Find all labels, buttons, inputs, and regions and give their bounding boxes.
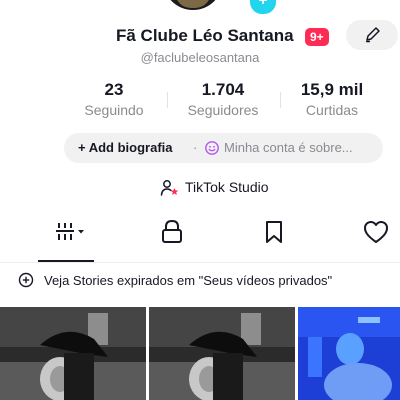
- stat-label: Curtidas: [305, 102, 359, 118]
- add-avatar-icon[interactable]: +: [248, 0, 278, 16]
- profile-name: Fã Clube Léo Santana: [116, 26, 294, 45]
- grid-icon: [56, 223, 84, 240]
- video-thumbnail[interactable]: [149, 307, 295, 400]
- stat-value: 1.704: [201, 80, 245, 99]
- account-about-text[interactable]: Minha conta é sobre...: [224, 133, 353, 163]
- stat-label: Seguidores: [187, 102, 259, 118]
- tabs-divider: [0, 262, 400, 263]
- stat-value: 23: [104, 80, 124, 99]
- profile-header: Fã Clube Léo Santana 9+: [0, 22, 400, 50]
- tab-private[interactable]: [152, 218, 192, 246]
- heart-icon: [364, 221, 388, 243]
- bookmark-icon: [266, 221, 282, 243]
- stat-divider: [167, 92, 168, 108]
- tab-saved[interactable]: [254, 218, 294, 246]
- thumbnail-image: [149, 307, 295, 400]
- stat-following[interactable]: 23 Seguindo: [64, 80, 164, 118]
- bio-pill[interactable]: + Add biografia · Minha conta é sobre...: [64, 133, 383, 163]
- expired-stories-banner[interactable]: Veja Stories expirados em "Seus vídeos p…: [0, 268, 400, 294]
- add-bio-button[interactable]: + Add biografia: [78, 133, 173, 163]
- video-thumbnail[interactable]: [298, 307, 400, 400]
- tab-liked[interactable]: [356, 218, 396, 246]
- add-story-icon: [18, 272, 34, 288]
- edit-profile-button[interactable]: [346, 20, 398, 50]
- tab-videos[interactable]: [46, 218, 86, 246]
- stat-value: 15,9 mil: [300, 80, 364, 99]
- thumbnail-image: [0, 307, 146, 400]
- lock-icon: [162, 219, 182, 243]
- smile-icon: [205, 141, 219, 155]
- stat-label: Seguindo: [84, 102, 144, 118]
- video-thumbnail[interactable]: [0, 307, 146, 400]
- notification-badge[interactable]: 9+: [305, 28, 329, 46]
- pencil-icon: [366, 27, 380, 43]
- studio-label: TikTok Studio: [185, 179, 269, 195]
- profile-handle: @faclubeleosantana: [140, 50, 260, 65]
- studio-icon: [160, 180, 179, 196]
- stat-divider: [280, 92, 281, 108]
- expired-stories-text: Veja Stories expirados em "Seus vídeos p…: [44, 273, 333, 288]
- stat-followers[interactable]: 1.704 Seguidores: [173, 80, 273, 118]
- bio-separator: ·: [193, 140, 198, 155]
- stat-likes[interactable]: 15,9 mil Curtidas: [282, 80, 382, 118]
- thumbnail-image: [298, 307, 400, 400]
